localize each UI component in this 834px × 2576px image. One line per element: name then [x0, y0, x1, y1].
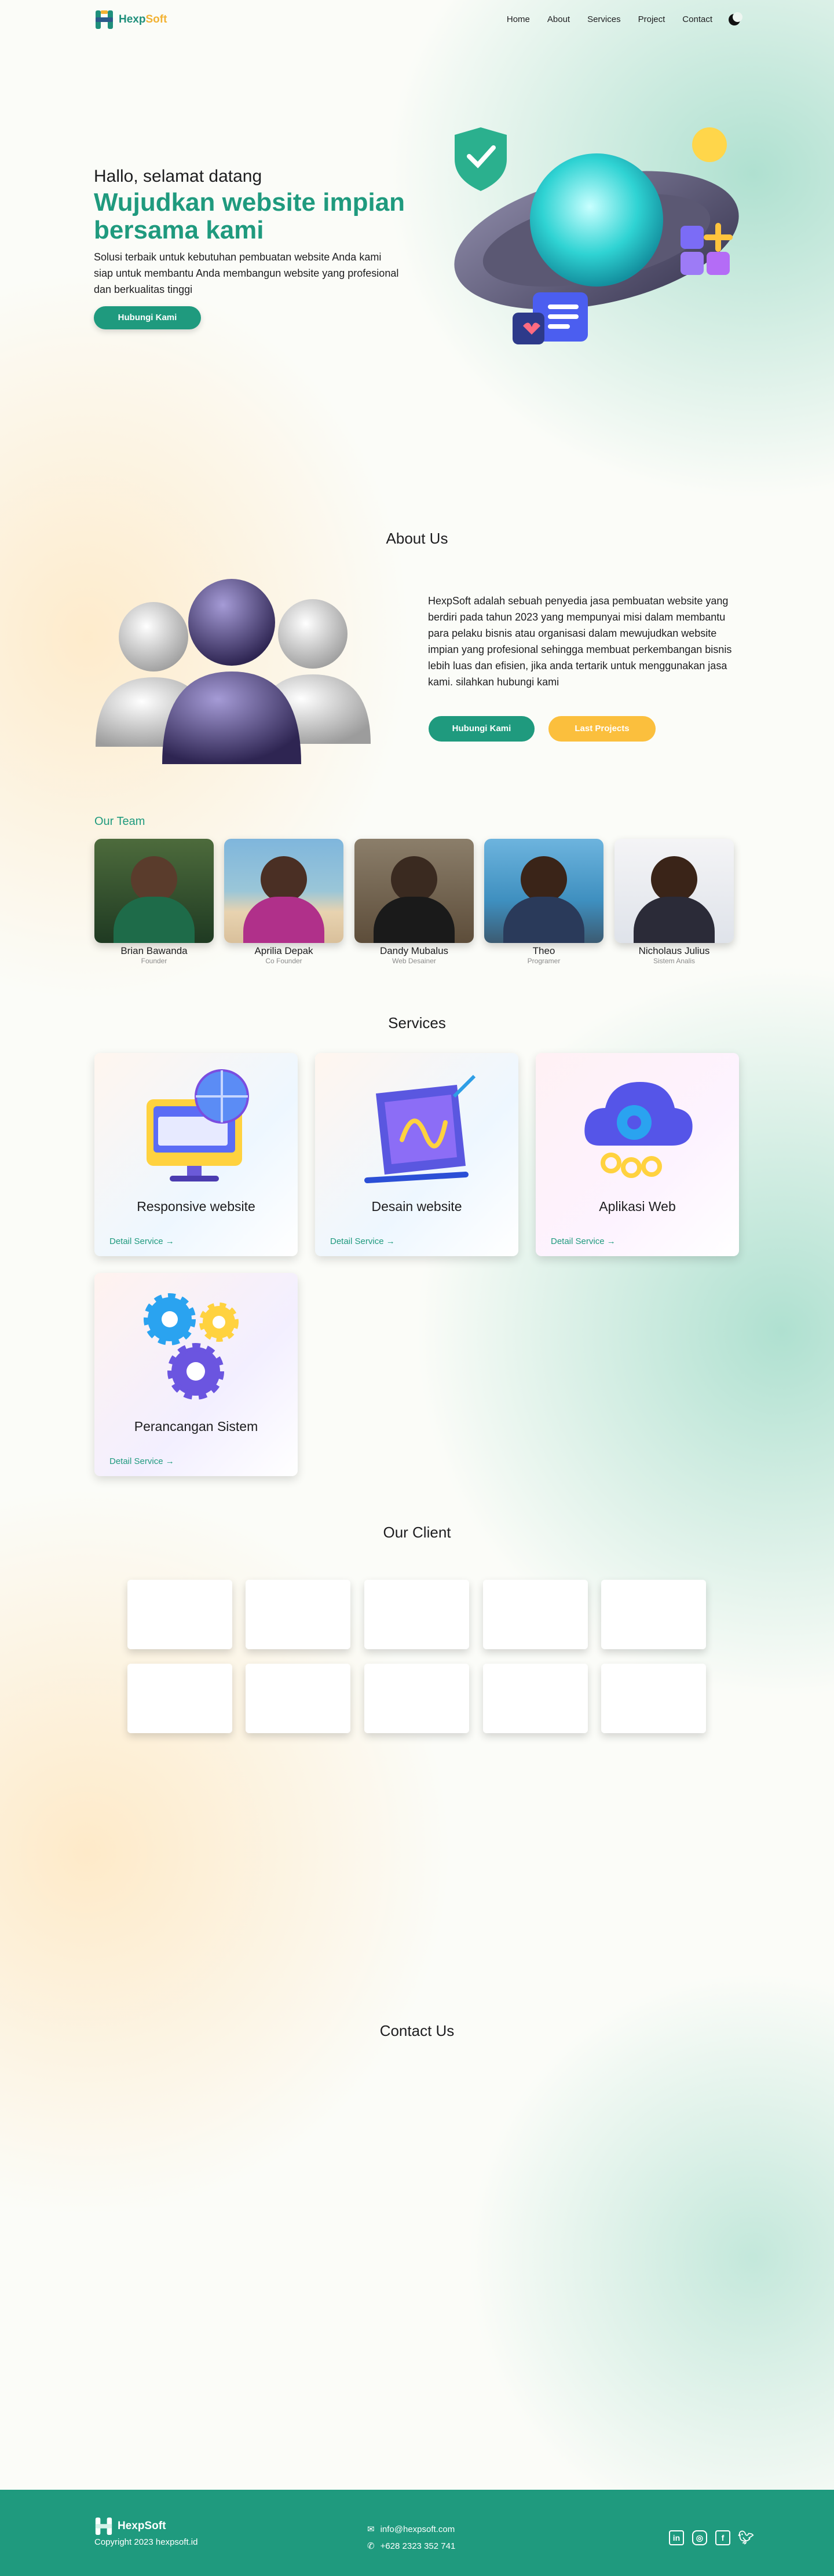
member-name: Theo [532, 945, 555, 956]
footer-brand: HexpSoft [118, 2520, 166, 2532]
cloud-gear-icon [584, 1082, 693, 1178]
logo-text-part1: Hexp [119, 13, 146, 25]
mail-icon: ✉ [367, 2524, 375, 2534]
member-name: Aprilia Depak [254, 945, 313, 956]
about-contact-button[interactable]: Hubungi Kami [429, 716, 535, 742]
detail-service-link-label: Detail Service [330, 1236, 384, 1246]
monitor-globe-icon [147, 1069, 249, 1181]
service-card-system[interactable]: Perancangan Sistem Detail Service → [94, 1273, 298, 1476]
hero-greeting: Hallo, selamat datang [94, 167, 262, 186]
services-section-title: Services [388, 1014, 446, 1032]
social-links: in ◎ f 🐦︎ [669, 2530, 754, 2545]
client-logo [601, 1664, 706, 1733]
contact-section-title: Contact Us [379, 2022, 455, 2039]
detail-service-link[interactable]: Detail Service → [109, 1456, 174, 1466]
linkedin-icon[interactable]: in [669, 2530, 684, 2545]
dark-mode-toggle-icon[interactable] [729, 12, 742, 25]
service-title: Aplikasi Web [599, 1199, 676, 1214]
service-title: Desain website [371, 1199, 462, 1214]
client-logo [364, 1580, 469, 1649]
client-logo [246, 1664, 350, 1733]
member-name: Dandy Mubalus [379, 945, 449, 956]
nav-services[interactable]: Services [587, 14, 621, 24]
footer-phone[interactable]: ✆ +628 2323 352 741 [367, 2541, 456, 2552]
hero-planet-illustration [454, 127, 739, 344]
nav-home[interactable]: Home [507, 14, 530, 24]
member-photo [484, 839, 603, 943]
member-photo [94, 839, 214, 943]
clients-section-title: Our Client [383, 1524, 451, 1541]
footer-phone-text: +628 2323 352 741 [380, 2541, 456, 2551]
member-role: Web Desainer [392, 957, 436, 965]
navbar: HexpSoft Home About Services Project Con… [0, 0, 834, 41]
arrow-right-icon: → [386, 1236, 395, 1246]
facebook-icon[interactable]: f [715, 2530, 730, 2545]
detail-service-link[interactable]: Detail Service → [551, 1236, 616, 1246]
team-member: Nicholaus Julius Sistem Analis [614, 839, 734, 965]
service-card-webapp[interactable]: Aplikasi Web Detail Service → [536, 1053, 739, 1256]
client-logo [601, 1580, 706, 1649]
client-logo [483, 1664, 588, 1733]
member-role: Co Founder [265, 957, 302, 965]
logo-mark-icon [95, 2517, 112, 2535]
footer-email-text: info@hexpsoft.com [380, 2524, 455, 2534]
service-card-responsive[interactable]: Responsive website Detail Service → [94, 1053, 298, 1256]
client-logo [127, 1664, 232, 1733]
footer-email[interactable]: ✉ info@hexpsoft.com [367, 2524, 455, 2535]
member-photo [354, 839, 474, 943]
service-title: Responsive website [137, 1199, 255, 1214]
client-logo [127, 1580, 232, 1649]
gears-icon [144, 1293, 239, 1400]
logo-text: HexpSoft [119, 13, 167, 26]
client-logo [483, 1580, 588, 1649]
member-role: Founder [141, 957, 167, 965]
member-role: Programer [527, 957, 561, 965]
last-projects-button[interactable]: Last Projects [548, 716, 656, 742]
team-member: Theo Programer [484, 839, 603, 965]
nav-about[interactable]: About [547, 14, 570, 24]
member-photo [224, 839, 343, 943]
member-name: Nicholaus Julius [638, 945, 710, 956]
team-member: Aprilia Depak Co Founder [224, 839, 343, 965]
detail-service-link[interactable]: Detail Service → [109, 1236, 174, 1246]
detail-service-link-label: Detail Service [109, 1236, 163, 1246]
hero-contact-button[interactable]: Hubungi Kami [94, 306, 201, 329]
hero-description: Solusi terbaik untuk kebutuhan pembuatan… [94, 251, 399, 295]
team-member: Brian Bawanda Founder [94, 839, 214, 965]
team-title: Our Team [94, 815, 145, 828]
nav-contact[interactable]: Contact [682, 14, 712, 24]
service-card-design[interactable]: Desain website Detail Service → [315, 1053, 518, 1256]
detail-service-link-label: Detail Service [551, 1236, 605, 1246]
arrow-right-icon: → [165, 1456, 174, 1466]
phone-icon: ✆ [367, 2541, 375, 2551]
detail-service-link-label: Detail Service [109, 1456, 163, 1466]
about-section-title: About Us [386, 530, 448, 547]
nav-project[interactable]: Project [638, 14, 665, 24]
logo-mark-icon [96, 10, 113, 29]
service-title: Perancangan Sistem [134, 1419, 258, 1434]
footer-logo[interactable]: HexpSoft [94, 2516, 166, 2536]
arrow-right-icon: → [606, 1236, 616, 1246]
member-role: Sistem Analis [653, 957, 696, 965]
member-name: Brian Bawanda [120, 945, 188, 956]
instagram-icon[interactable]: ◎ [692, 2530, 707, 2545]
design-tablet-icon [364, 1074, 476, 1183]
footer-copyright: Copyright 2023 hexpsoft.id [94, 2537, 198, 2547]
about-description: HexpSoft adalah sebuah penyedia jasa pem… [428, 595, 732, 688]
logo[interactable]: HexpSoft [94, 9, 167, 30]
logo-text-part2: Soft [145, 13, 167, 25]
hero-title: Wujudkan website impian bersama kami [94, 188, 405, 244]
footer: HexpSoft Copyright 2023 hexpsoft.id ✉ in… [0, 2490, 834, 2576]
client-logo [364, 1664, 469, 1733]
team-member: Dandy Mubalus Web Desainer [354, 839, 474, 965]
twitter-icon[interactable]: 🐦︎ [738, 2530, 754, 2545]
member-photo [614, 839, 734, 943]
nav-menu: Home About Services Project Contact [507, 14, 712, 24]
team-people-illustration [96, 579, 371, 764]
arrow-right-icon: → [165, 1236, 174, 1246]
detail-service-link[interactable]: Detail Service → [330, 1236, 395, 1246]
client-logo [246, 1580, 350, 1649]
